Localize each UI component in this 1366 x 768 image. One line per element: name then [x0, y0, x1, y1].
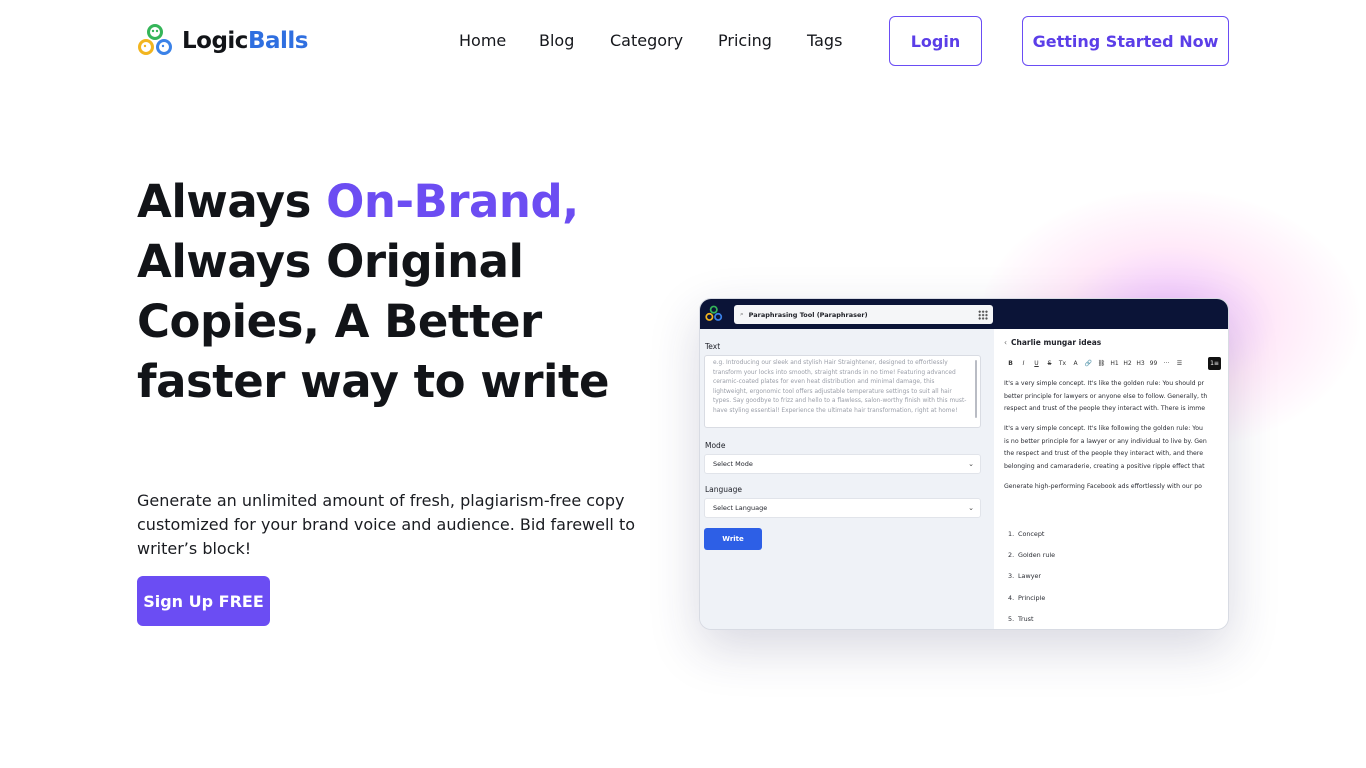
mock-paragraph-line: the respect and trust of the people they… — [1004, 450, 1204, 457]
mock-paragraph-line: respect and trust of the people they int… — [1004, 405, 1206, 412]
heading2-icon: H2 — [1123, 359, 1132, 367]
list-item: 3. Lawyer — [1008, 572, 1042, 581]
mock-doc-title: ‹ Charlie mungar ideas — [1004, 338, 1101, 347]
mock-search-text: Paraphrasing Tool (Paraphraser) — [748, 310, 868, 319]
mock-mode-select: Select Mode ⌄ — [704, 454, 981, 474]
mock-text-label: Text — [705, 342, 721, 351]
mock-editor-toolbar: B I U S Tx A 🔗 ⛓ H1 H2 H3 99 ··· ☰ 1≡ — [1004, 357, 1221, 370]
hero-title-part2: Always Original Copies, A Better faster … — [137, 235, 610, 408]
logo-wordmark: LogicBalls — [182, 28, 308, 54]
mock-logo-icon — [705, 305, 723, 321]
site-header: LogicBalls Home Blog Category Pricing Ta… — [0, 0, 1366, 84]
mock-search-bar: ⌕ Paraphrasing Tool (Paraphraser) — [734, 305, 993, 324]
italic-icon: I — [1022, 359, 1025, 367]
heading1-icon: H1 — [1110, 359, 1119, 367]
mock-paragraph-3: Generate high-performing Facebook ads ef… — [1004, 483, 1202, 490]
list-item: 5. Trust — [1008, 614, 1034, 623]
numbered-list-icon: 1≡ — [1208, 357, 1221, 370]
mock-language-value: Select Language — [713, 504, 768, 512]
app-screenshot-mockup: ⌕ Paraphrasing Tool (Paraphraser) Text e… — [699, 298, 1229, 630]
mock-mode-label: Mode — [705, 441, 726, 450]
mock-topbar: ⌕ Paraphrasing Tool (Paraphraser) — [700, 299, 1228, 329]
mock-paragraph-line: belonging and camaraderie, creating a po… — [1004, 462, 1205, 470]
hero-subtitle: Generate an unlimited amount of fresh, p… — [137, 491, 636, 558]
heading3-icon: H3 — [1136, 359, 1145, 367]
logo[interactable]: LogicBalls — [137, 23, 308, 59]
nav-pricing[interactable]: Pricing — [718, 31, 807, 50]
mock-editor-panel: ‹ Charlie mungar ideas B I U S Tx A 🔗 ⛓ H… — [994, 329, 1228, 629]
list-item: 2. Golden rule — [1008, 551, 1056, 560]
mock-paragraph-line: is no better principle for a lawyer or a… — [1004, 437, 1207, 445]
logo-icon — [138, 24, 172, 55]
chevron-left-icon: ‹ — [1004, 338, 1007, 347]
unlink-icon: ⛓ — [1097, 359, 1106, 367]
mock-paragraph-line: better principle for lawyers or anyone e… — [1004, 392, 1208, 400]
getting-started-button[interactable]: Getting Started Now — [1022, 16, 1229, 66]
main-nav: Home Blog Category Pricing Tags — [459, 31, 857, 50]
nav-category[interactable]: Category — [610, 31, 718, 50]
mock-write-button: Write — [704, 528, 762, 550]
login-button[interactable]: Login — [889, 16, 982, 66]
list-item: 1. Concept — [1008, 530, 1045, 538]
apps-grid-icon — [978, 310, 988, 320]
nav-blog[interactable]: Blog — [539, 31, 610, 50]
mock-paragraph-1: It's a very simple concept. It's like th… — [1004, 378, 1212, 416]
text-color-icon: A — [1073, 359, 1078, 367]
mock-paragraph-line: It's a very simple concept. It's like fo… — [1004, 425, 1203, 432]
mock-doc-title-text: Charlie mungar ideas — [1011, 338, 1102, 347]
signup-button[interactable]: Sign Up FREE — [137, 576, 270, 626]
hero-title-part1: Always — [137, 175, 327, 228]
strikethrough-icon: S — [1047, 359, 1052, 367]
bullet-list-icon: ☰ — [1176, 359, 1183, 367]
nav-home[interactable]: Home — [459, 31, 539, 50]
mock-language-select: Select Language ⌄ — [704, 498, 981, 518]
quote-icon: 99 — [1149, 359, 1158, 367]
search-icon: ⌕ — [740, 310, 744, 318]
nav-tags[interactable]: Tags — [807, 31, 857, 50]
mock-text-area: e.g. Introducing our sleek and stylish H… — [704, 355, 981, 428]
link-icon: 🔗 — [1084, 359, 1093, 367]
clear-format-icon: Tx — [1058, 359, 1067, 367]
hero-title-accent: On-Brand, — [326, 175, 579, 228]
mock-scrollbar — [975, 360, 977, 418]
mock-paragraph-2: It's a very simple concept. It's like fo… — [1004, 423, 1212, 473]
mock-numbered-list: 1. Concept 2. Golden rule 3. Lawyer 4. Princ… — [1008, 530, 1056, 629]
more-icon: ··· — [1163, 359, 1170, 367]
underline-icon: U — [1034, 359, 1039, 367]
chevron-down-icon: ⌄ — [968, 504, 974, 512]
chevron-down-icon: ⌄ — [968, 460, 974, 468]
mock-language-label: Language — [705, 485, 743, 494]
mock-mode-value: Select Mode — [713, 460, 753, 468]
mock-text-placeholder: e.g. Introducing our sleek and stylish H… — [713, 360, 967, 414]
list-item: 4. Principle — [1008, 593, 1046, 602]
bold-icon: B — [1008, 359, 1013, 367]
logo-text-logic: Logic — [182, 28, 248, 54]
mock-paragraph-line: It's a very simple concept. It's like th… — [1004, 380, 1205, 387]
hero-title: Always On-Brand, Always Original Copies, … — [137, 172, 697, 412]
logo-text-balls: Balls — [247, 28, 309, 54]
